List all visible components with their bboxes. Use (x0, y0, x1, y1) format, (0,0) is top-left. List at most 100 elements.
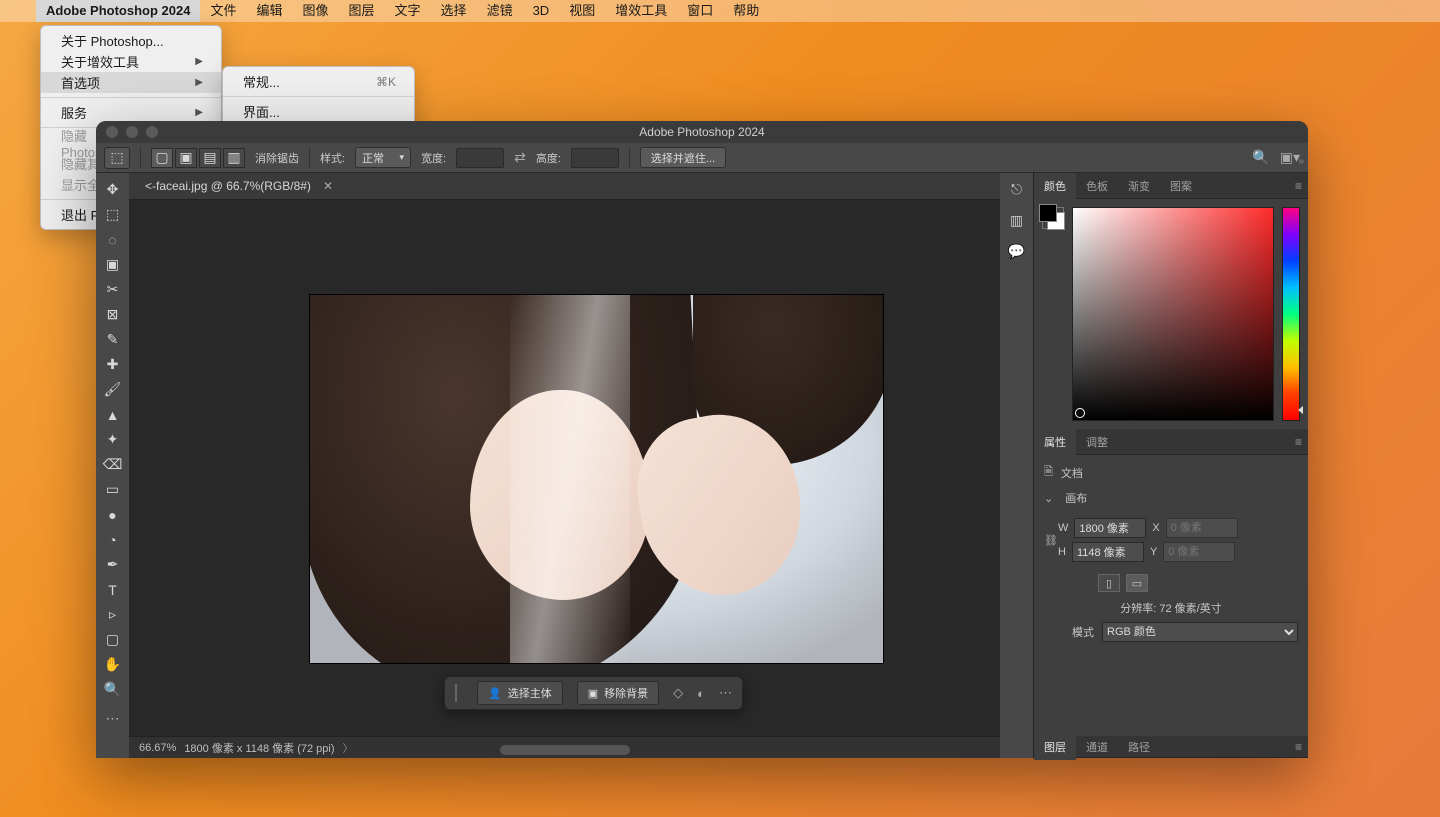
stamp-tool-icon[interactable]: ▲ (99, 402, 127, 427)
menubar-window[interactable]: 窗口 (677, 0, 723, 22)
panel-menu-icon[interactable]: ≡ (1295, 179, 1302, 193)
edit-toolbar-icon[interactable]: ⋯ (99, 706, 127, 731)
select-and-mask-button[interactable]: 选择并遮住... (640, 147, 726, 168)
tab-properties[interactable]: 属性 (1034, 429, 1076, 455)
selection-intersect-icon[interactable]: ▥ (223, 148, 245, 168)
lasso-tool-icon[interactable]: ◌ (99, 227, 127, 252)
menubar-3d[interactable]: 3D (523, 0, 560, 22)
history-brush-tool-icon[interactable]: ✦ (99, 427, 127, 452)
menubar-select[interactable]: 选择 (431, 0, 477, 22)
prefs-interface[interactable]: 界面... (223, 101, 414, 122)
hue-slider[interactable] (1282, 207, 1300, 421)
remove-background-button[interactable]: ▣移除背景 (577, 681, 659, 705)
menu-about-photoshop[interactable]: 关于 Photoshop... (41, 30, 221, 51)
tab-channels[interactable]: 通道 (1076, 734, 1118, 760)
gradient-tool-icon[interactable]: ▭ (99, 477, 127, 502)
menubar-filter[interactable]: 滤镜 (477, 0, 523, 22)
options-style-select[interactable]: 正常▾ (355, 147, 411, 168)
canvas-viewport[interactable]: 👤选择主体 ▣移除背景 ◇ ◐ ⋯ (129, 200, 1000, 736)
marquee-tool-icon[interactable]: ⬚ (99, 202, 127, 227)
width-input[interactable] (1074, 518, 1146, 538)
disclosure-triangle-icon[interactable]: ⌄ (1044, 492, 1053, 505)
window-minimize-button[interactable] (126, 126, 138, 138)
adjustments-icon[interactable]: ◐ (697, 686, 705, 701)
tab-layers[interactable]: 图层 (1034, 734, 1076, 760)
zoom-level[interactable]: 66.67% (139, 742, 176, 754)
dodge-tool-icon[interactable]: ◔ (99, 527, 127, 552)
prefs-general[interactable]: 常规...⌘K (223, 71, 414, 92)
right-panels: » 颜色 色板 渐变 图案 ≡ 属性 调整 ≡ (1033, 173, 1308, 758)
learn-panel-icon[interactable]: ⎋ (1011, 181, 1022, 198)
eyedropper-tool-icon[interactable]: ✎ (99, 327, 127, 352)
panel-menu-icon[interactable]: ≡ (1295, 740, 1302, 754)
window-close-button[interactable] (106, 126, 118, 138)
tab-patterns[interactable]: 图案 (1160, 173, 1202, 199)
workspace-switcher-icon[interactable]: ▣▾ (1280, 149, 1300, 166)
drag-grip-icon[interactable] (455, 684, 461, 702)
menubar-help[interactable]: 帮助 (723, 0, 769, 22)
panel-menu-icon[interactable]: ≡ (1295, 435, 1302, 449)
hand-tool-icon[interactable]: ✋ (99, 652, 127, 677)
tab-adjustments[interactable]: 调整 (1076, 429, 1118, 455)
color-mode-select[interactable]: RGB 颜色 (1102, 622, 1298, 642)
window-zoom-button[interactable] (146, 126, 158, 138)
document-dimensions[interactable]: 1800 像素 x 1148 像素 (72 ppi) (184, 740, 334, 756)
canvas-section[interactable]: ⌄ 画布 (1044, 490, 1298, 506)
search-icon[interactable]: 🔍 (1252, 149, 1269, 166)
more-icon[interactable]: ⋯ (719, 685, 732, 701)
menubar-plugins[interactable]: 增效工具 (605, 0, 677, 22)
fg-bg-swatch[interactable] (1042, 207, 1064, 229)
move-tool-icon[interactable]: ✥ (99, 177, 127, 202)
document-tab[interactable]: <-faceai.jpg @ 66.7%(RGB/8#) ✕ (129, 173, 1000, 200)
foreground-color-swatch[interactable] (1039, 204, 1057, 222)
selection-add-icon[interactable]: ▣ (175, 148, 197, 168)
menubar-type[interactable]: 文字 (385, 0, 431, 22)
contextual-task-bar[interactable]: 👤选择主体 ▣移除背景 ◇ ◐ ⋯ (444, 676, 743, 710)
menubar-layer[interactable]: 图层 (339, 0, 385, 22)
tool-preset-icon[interactable]: ⬚ (104, 147, 130, 169)
options-height-field[interactable] (571, 148, 619, 168)
tab-color[interactable]: 颜色 (1034, 173, 1076, 199)
swap-dimensions-icon[interactable]: ⇄ (514, 149, 526, 166)
menu-about-plugins[interactable]: 关于增效工具▶ (41, 51, 221, 72)
menubar-view[interactable]: 视图 (559, 0, 605, 22)
close-tab-icon[interactable]: ✕ (323, 179, 333, 193)
options-width-field[interactable] (456, 148, 504, 168)
status-arrow-icon[interactable]: 〉 (343, 740, 354, 756)
menu-preferences[interactable]: 首选项▶ (41, 72, 221, 93)
select-subject-button[interactable]: 👤选择主体 (477, 681, 563, 705)
selection-subtract-icon[interactable]: ▤ (199, 148, 221, 168)
zoom-tool-icon[interactable]: 🔍 (99, 677, 127, 702)
brush-tool-icon[interactable]: 🖌 (99, 377, 127, 402)
comments-panel-icon[interactable]: 💬 (1008, 243, 1025, 260)
menubar-image[interactable]: 图像 (293, 0, 339, 22)
transform-icon[interactable]: ◇ (673, 685, 683, 701)
library-panel-icon[interactable]: ▥ (1010, 212, 1023, 229)
menubar-edit[interactable]: 编辑 (246, 0, 292, 22)
pen-tool-icon[interactable]: ✒ (99, 552, 127, 577)
crop-tool-icon[interactable]: ✂ (99, 277, 127, 302)
eraser-tool-icon[interactable]: ⌫ (99, 452, 127, 477)
tab-paths[interactable]: 路径 (1118, 734, 1160, 760)
menubar-file[interactable]: 文件 (200, 0, 246, 22)
tab-swatches[interactable]: 色板 (1076, 173, 1118, 199)
link-dimensions-icon[interactable]: ⛓ (1044, 520, 1058, 560)
blur-tool-icon[interactable]: ● (99, 502, 127, 527)
type-tool-icon[interactable]: T (99, 577, 127, 602)
menu-services[interactable]: 服务▶ (41, 102, 221, 123)
orientation-landscape-button[interactable]: ▭ (1126, 574, 1148, 592)
menubar-app-name[interactable]: Adobe Photoshop 2024 (36, 0, 200, 22)
height-input[interactable] (1072, 542, 1144, 562)
shape-tool-icon[interactable]: ▢ (99, 627, 127, 652)
horizontal-scrollbar[interactable] (500, 745, 630, 755)
orientation-portrait-button[interactable]: ▯ (1098, 574, 1120, 592)
selection-new-icon[interactable]: ▢ (151, 148, 173, 168)
y-label: Y (1150, 546, 1157, 558)
path-select-tool-icon[interactable]: ▹ (99, 602, 127, 627)
frame-tool-icon[interactable]: ⊠ (99, 302, 127, 327)
tab-gradients[interactable]: 渐变 (1118, 173, 1160, 199)
collapse-panels-icon[interactable]: » (1298, 156, 1304, 167)
healing-tool-icon[interactable]: ✚ (99, 352, 127, 377)
color-field[interactable] (1072, 207, 1274, 421)
object-select-tool-icon[interactable]: ▣ (99, 252, 127, 277)
